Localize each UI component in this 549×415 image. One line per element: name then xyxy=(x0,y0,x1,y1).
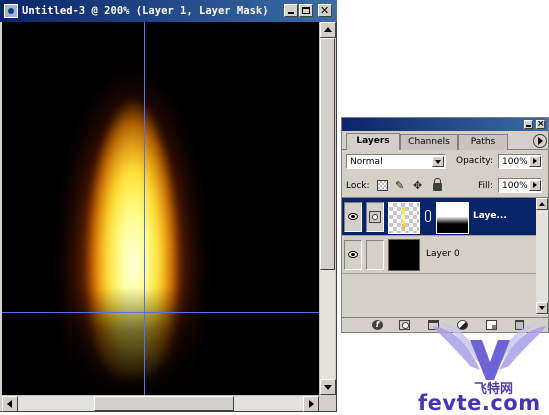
vertical-scroll-thumb[interactable] xyxy=(320,38,335,270)
mask-active-icon xyxy=(369,211,381,223)
fill-label: Fill: xyxy=(478,181,494,191)
fill-value: 100% xyxy=(502,181,528,191)
palette-close-button[interactable]: × xyxy=(536,119,545,129)
lock-transparency-icon[interactable] xyxy=(377,180,388,191)
slider-arrow-icon xyxy=(533,182,537,188)
opacity-value: 100% xyxy=(502,157,528,167)
scroll-down-button[interactable] xyxy=(320,379,336,395)
arrow-up-icon xyxy=(324,27,332,32)
arrow-right-icon xyxy=(309,400,314,408)
lock-pixels-brush-icon[interactable]: ✎ xyxy=(395,180,406,191)
lock-all-icon[interactable] xyxy=(433,178,442,191)
lock-label: Lock: xyxy=(346,181,370,191)
image-canvas[interactable] xyxy=(2,22,319,395)
maximize-icon xyxy=(302,7,310,14)
layers-palette: × Layers Channels Paths Normal Opacity: … xyxy=(341,117,549,333)
watermark-site: fevte.com xyxy=(418,391,541,415)
scroll-right-button[interactable] xyxy=(303,396,319,412)
add-mask-icon[interactable] xyxy=(399,320,410,330)
palette-menu-button[interactable] xyxy=(533,134,547,148)
document-window: Untitled-3 @ 200% (Layer 1, Layer Mask) … xyxy=(0,0,337,412)
tab-layers[interactable]: Layers xyxy=(346,133,400,150)
arrow-left-icon xyxy=(7,400,12,408)
app-icon[interactable] xyxy=(4,4,18,18)
scroll-corner xyxy=(319,395,335,411)
document-titlebar[interactable]: Untitled-3 @ 200% (Layer 1, Layer Mask) … xyxy=(0,0,337,22)
horizontal-guide[interactable] xyxy=(2,312,319,313)
eye-icon xyxy=(348,213,358,220)
palette-tabs: Layers Channels Paths xyxy=(342,132,548,150)
vertical-scrollbar[interactable] xyxy=(319,22,336,395)
visibility-toggle[interactable] xyxy=(344,240,362,270)
layers-list-scrollbar[interactable] xyxy=(536,197,548,315)
tab-paths[interactable]: Paths xyxy=(458,134,508,150)
lock-position-move-icon[interactable]: ✥ xyxy=(413,180,424,191)
layer-thumbnail[interactable] xyxy=(388,239,420,271)
opacity-label: Opacity: xyxy=(456,156,493,166)
layer-state-cell[interactable] xyxy=(366,240,384,270)
maximize-button[interactable] xyxy=(299,4,313,17)
minimize-button[interactable] xyxy=(284,4,298,17)
close-icon: ✕ xyxy=(320,4,330,17)
eye-icon xyxy=(348,251,358,258)
watermark: 飞特网 fevte.com xyxy=(418,318,549,415)
arrow-up-icon xyxy=(539,202,545,206)
slider-arrow-icon xyxy=(533,158,537,164)
scroll-left-button[interactable] xyxy=(2,396,18,412)
flame-mask-fade xyxy=(72,287,192,395)
list-scroll-down-button[interactable] xyxy=(536,302,548,314)
document-title: Untitled-3 @ 200% (Layer 1, Layer Mask) xyxy=(22,5,269,17)
minimize-icon xyxy=(288,12,294,14)
blend-mode-select[interactable]: Normal xyxy=(346,154,446,169)
layer-style-icon[interactable]: f xyxy=(372,320,383,330)
visibility-toggle[interactable] xyxy=(344,202,362,232)
vertical-guide[interactable] xyxy=(144,22,145,395)
tab-channels[interactable]: Channels xyxy=(400,134,458,150)
layer-state-cell[interactable] xyxy=(366,202,384,232)
layer-mask-thumbnail[interactable] xyxy=(436,202,469,234)
palette-titlebar[interactable]: × xyxy=(342,118,548,131)
opacity-field[interactable]: 100% xyxy=(498,154,542,169)
layer-name[interactable]: Laye... xyxy=(473,211,507,221)
fill-slider-button[interactable] xyxy=(529,180,541,191)
opacity-slider-button[interactable] xyxy=(529,156,541,167)
blend-mode-value: Normal xyxy=(350,157,383,167)
list-scroll-up-button[interactable] xyxy=(536,198,548,210)
link-chain-icon[interactable] xyxy=(425,210,431,222)
fill-field[interactable]: 100% xyxy=(498,178,542,193)
layer-row-selected[interactable]: Laye... xyxy=(342,198,536,236)
horizontal-scroll-thumb[interactable] xyxy=(94,396,234,411)
close-icon: × xyxy=(537,119,545,129)
arrow-down-icon xyxy=(539,306,545,310)
menu-arrow-icon xyxy=(538,137,543,145)
scroll-up-button[interactable] xyxy=(320,22,336,38)
layers-list: Laye... Layer 0 xyxy=(342,197,536,315)
horizontal-scrollbar[interactable] xyxy=(2,395,319,412)
close-button[interactable]: ✕ xyxy=(318,4,332,17)
minimize-icon xyxy=(526,125,531,127)
layer-name[interactable]: Layer 0 xyxy=(426,249,460,259)
layer-row[interactable]: Layer 0 xyxy=(342,236,536,274)
layer-thumbnail[interactable] xyxy=(388,202,420,234)
chevron-down-icon xyxy=(435,160,441,164)
arrow-down-icon xyxy=(324,385,332,390)
palette-minimize-button[interactable] xyxy=(524,120,533,129)
blend-mode-dropdown-button[interactable] xyxy=(432,156,444,167)
